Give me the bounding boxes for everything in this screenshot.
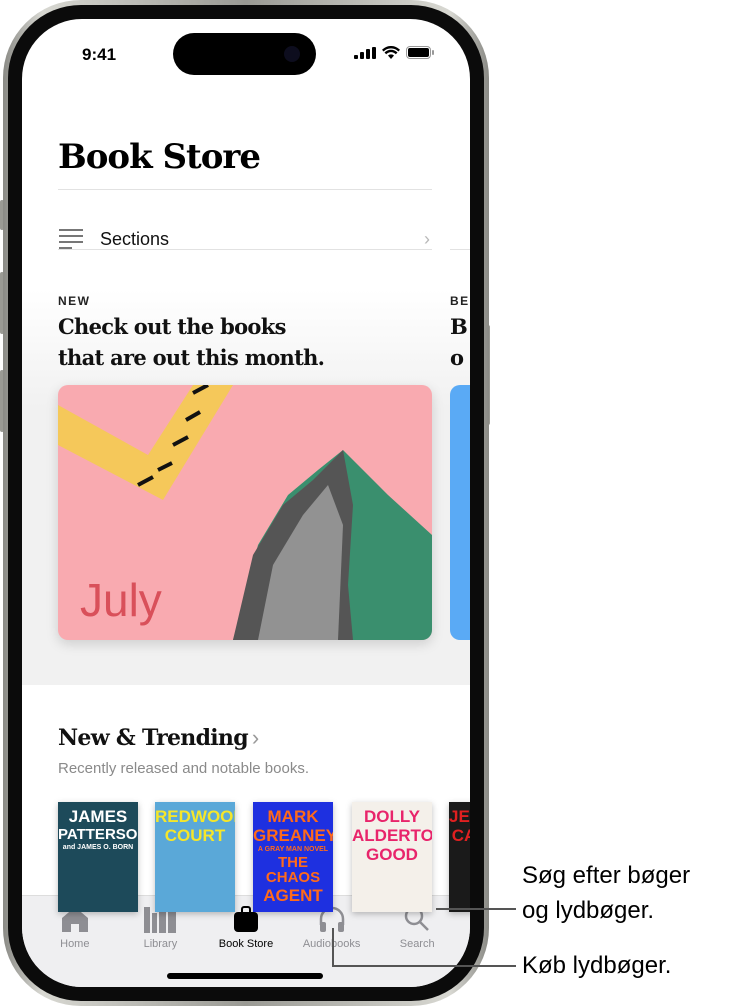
card-title: July [80,574,162,626]
status-bar: 9:41 [22,19,470,79]
list-icon [59,229,83,249]
dynamic-island [173,33,316,75]
book-cover-text: MARK [267,807,319,826]
book-cover-text: ALDERTON [352,826,432,845]
divider [58,249,432,250]
book-cover-text: A GRAY MAN NOVEL [257,846,329,853]
section-subtitle: Recently released and notable books. [58,760,310,777]
book-cover-text: and JAMES O. BORN [62,844,134,851]
book-cover-text: REDWOOD [155,807,235,826]
callout-text: Søg efter bøger [522,862,691,889]
tab-label: Book Store [218,938,274,950]
book-cover-text: CA [451,826,470,845]
sections-label: Sections [100,228,170,249]
callout-search: Søg efter bøger og lydbøger. [522,858,690,928]
page-title: Book Store [58,137,261,177]
book-cover-text: COURT [164,826,226,845]
book-cover-text: JAMES [68,807,128,826]
featured-headline-next: Bo [450,311,468,373]
callout-line-audiobooks [332,928,334,966]
book-cover-text: JEN [449,807,470,826]
book-cover-text: PATTERSON [58,826,138,843]
screen: 9:41 Book Store Sections › NEW Check out… [22,19,470,987]
headline-line: Check out the books [58,314,286,339]
tab-label: Library [143,938,178,950]
book-cover[interactable]: JAMESPATTERSONand JAMES O. BORN [58,802,138,912]
iphone-frame: 9:41 Book Store Sections › NEW Check out… [3,0,489,1006]
chevron-right-icon: › [251,725,259,750]
featured-card-next[interactable] [450,385,470,640]
book-cover[interactable]: REDWOODCOURT [155,802,235,912]
callout-line-audiobooks [332,965,516,967]
headline-line: o [450,345,464,370]
home-indicator [167,973,323,979]
headline-line: that are out this month. [58,345,325,370]
tab-label: Search [399,938,435,950]
tab-label: Home [60,938,90,950]
featured-card-july[interactable]: July [58,385,432,640]
callout-text: og lydbøger. [522,897,655,924]
callout-audiobooks: Køb lydbøger. [522,952,672,979]
cellular-signal-icon [354,47,376,59]
book-cover-text: AGENT [263,886,323,905]
book-cover[interactable]: MARK GREANEY A GRAY MAN NOVEL THE CHAOS AGEN… [253,802,333,912]
featured-kicker-next: BE [450,294,470,308]
headline-line: B [450,314,468,339]
book-cover-text: DOLLY [363,807,421,826]
section-title: New & Trending [58,725,249,751]
book-cover-text: GREANEY [253,826,333,845]
book-cover[interactable]: JENCA [449,802,470,912]
callout-line-search [436,908,516,910]
sections-row[interactable]: Sections › [58,209,432,269]
status-time: 9:41 [82,45,117,64]
battery-icon [406,46,434,59]
chevron-right-icon: › [424,229,430,249]
featured-headline: Check out the books that are out this mon… [58,311,325,373]
book-cover[interactable]: DOLLYALDERTONGOOD [352,802,432,912]
new-trending-header[interactable]: New & Trending › [58,725,259,751]
wifi-icon [382,46,400,59]
book-cover-text: THE CHAOS [265,854,321,886]
divider [450,249,470,250]
featured-kicker: NEW [58,294,91,308]
divider [58,189,432,190]
book-cover-text: GOOD [366,845,418,864]
